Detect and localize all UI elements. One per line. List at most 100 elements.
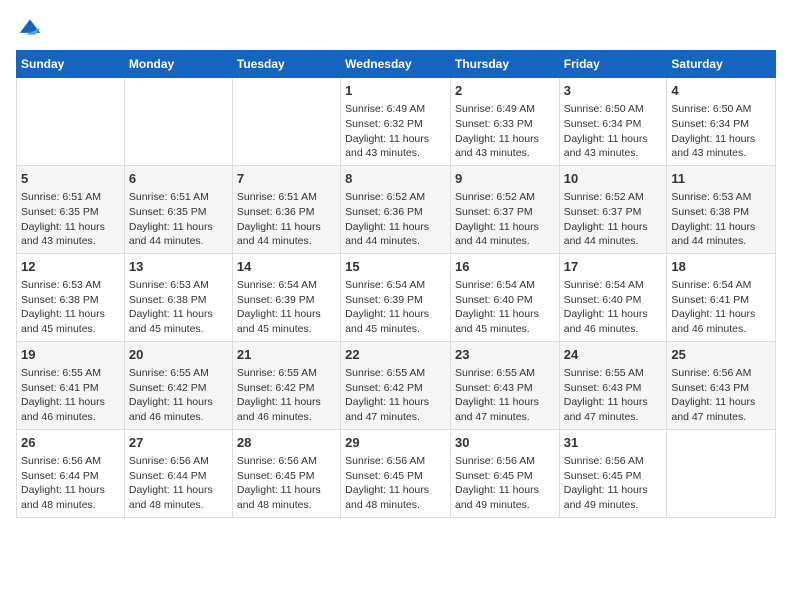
day-number: 4: [671, 82, 771, 100]
day-info: Sunrise: 6:55 AM Sunset: 6:43 PM Dayligh…: [455, 366, 555, 425]
day-info: Sunrise: 6:50 AM Sunset: 6:34 PM Dayligh…: [564, 102, 663, 161]
calendar-cell: 13Sunrise: 6:53 AM Sunset: 6:38 PM Dayli…: [124, 253, 232, 341]
calendar-cell: 17 Sunrise: 6:54 AM Sunset: 6:40 PM Dayli…: [559, 253, 667, 341]
calendar-week-3: 12Sunrise: 6:53 AM Sunset: 6:38 PM Dayli…: [17, 253, 776, 341]
day-info: Sunrise: 6:50 AM Sunset: 6:34 PM Dayligh…: [671, 102, 771, 161]
calendar-cell: 3 Sunrise: 6:50 AM Sunset: 6:34 PM Daylig…: [559, 78, 667, 166]
day-number: 16: [455, 258, 555, 276]
calendar-cell: 10 Sunrise: 6:52 AM Sunset: 6:37 PM Dayli…: [559, 165, 667, 253]
day-number: 1: [345, 82, 446, 100]
calendar-table: SundayMondayTuesdayWednesdayThursdayFrid…: [16, 50, 776, 518]
day-number: 29: [345, 434, 446, 452]
day-number: 18: [671, 258, 771, 276]
day-number: 24: [564, 346, 663, 364]
day-info: Sunrise: 6:54 AM Sunset: 6:39 PM Dayligh…: [237, 278, 336, 337]
calendar-cell: 24 Sunrise: 6:55 AM Sunset: 6:43 PM Dayli…: [559, 341, 667, 429]
day-info: Sunrise: 6:55 AM Sunset: 6:42 PM Dayligh…: [345, 366, 446, 425]
calendar-cell: 6 Sunrise: 6:51 AM Sunset: 6:35 PM Daylig…: [124, 165, 232, 253]
calendar-cell: [232, 78, 340, 166]
calendar-cell: 30 Sunrise: 6:56 AM Sunset: 6:45 PM Dayli…: [450, 429, 559, 517]
day-number: 7: [237, 170, 336, 188]
header-thursday: Thursday: [450, 51, 559, 78]
day-info: Sunrise: 6:54 AM Sunset: 6:40 PM Dayligh…: [455, 278, 555, 337]
calendar-cell: 8 Sunrise: 6:52 AM Sunset: 6:36 PM Daylig…: [341, 165, 451, 253]
calendar-cell: 7Sunrise: 6:51 AM Sunset: 6:36 PM Daylig…: [232, 165, 340, 253]
day-info: Sunrise: 6:53 AM Sunset: 6:38 PM Dayligh…: [129, 278, 228, 337]
day-number: 2: [455, 82, 555, 100]
calendar-cell: 11Sunrise: 6:53 AM Sunset: 6:38 PM Dayli…: [667, 165, 776, 253]
day-number: 15: [345, 258, 446, 276]
header-sunday: Sunday: [17, 51, 125, 78]
day-number: 26: [21, 434, 120, 452]
day-number: 9: [455, 170, 555, 188]
day-number: 31: [564, 434, 663, 452]
day-info: Sunrise: 6:53 AM Sunset: 6:38 PM Dayligh…: [21, 278, 120, 337]
calendar-cell: 1 Sunrise: 6:49 AM Sunset: 6:32 PM Daylig…: [341, 78, 451, 166]
day-number: 14: [237, 258, 336, 276]
calendar-week-4: 19 Sunrise: 6:55 AM Sunset: 6:41 PM Dayli…: [17, 341, 776, 429]
day-info: Sunrise: 6:52 AM Sunset: 6:37 PM Dayligh…: [564, 190, 663, 249]
calendar-cell: 18 Sunrise: 6:54 AM Sunset: 6:41 PM Dayli…: [667, 253, 776, 341]
calendar-cell: [124, 78, 232, 166]
day-info: Sunrise: 6:56 AM Sunset: 6:45 PM Dayligh…: [455, 454, 555, 513]
day-info: Sunrise: 6:55 AM Sunset: 6:41 PM Dayligh…: [21, 366, 120, 425]
day-number: 23: [455, 346, 555, 364]
calendar-cell: 27 Sunrise: 6:56 AM Sunset: 6:44 PM Dayli…: [124, 429, 232, 517]
calendar-cell: 20Sunrise: 6:55 AM Sunset: 6:42 PM Dayli…: [124, 341, 232, 429]
day-number: 3: [564, 82, 663, 100]
day-number: 10: [564, 170, 663, 188]
day-info: Sunrise: 6:55 AM Sunset: 6:43 PM Dayligh…: [564, 366, 663, 425]
calendar-cell: 16 Sunrise: 6:54 AM Sunset: 6:40 PM Dayli…: [450, 253, 559, 341]
day-number: 21: [237, 346, 336, 364]
day-info: Sunrise: 6:49 AM Sunset: 6:33 PM Dayligh…: [455, 102, 555, 161]
calendar-cell: [667, 429, 776, 517]
calendar-cell: 28 Sunrise: 6:56 AM Sunset: 6:45 PM Dayli…: [232, 429, 340, 517]
calendar-week-5: 26 Sunrise: 6:56 AM Sunset: 6:44 PM Dayli…: [17, 429, 776, 517]
logo-icon: [16, 16, 44, 38]
calendar-week-1: 1 Sunrise: 6:49 AM Sunset: 6:32 PM Daylig…: [17, 78, 776, 166]
day-number: 30: [455, 434, 555, 452]
calendar-cell: 12Sunrise: 6:53 AM Sunset: 6:38 PM Dayli…: [17, 253, 125, 341]
day-info: Sunrise: 6:55 AM Sunset: 6:42 PM Dayligh…: [237, 366, 336, 425]
day-info: Sunrise: 6:56 AM Sunset: 6:44 PM Dayligh…: [21, 454, 120, 513]
header-wednesday: Wednesday: [341, 51, 451, 78]
day-info: Sunrise: 6:56 AM Sunset: 6:45 PM Dayligh…: [345, 454, 446, 513]
day-info: Sunrise: 6:51 AM Sunset: 6:35 PM Dayligh…: [129, 190, 228, 249]
day-number: 25: [671, 346, 771, 364]
day-number: 17: [564, 258, 663, 276]
header-tuesday: Tuesday: [232, 51, 340, 78]
day-number: 19: [21, 346, 120, 364]
day-number: 28: [237, 434, 336, 452]
calendar-cell: 31 Sunrise: 6:56 AM Sunset: 6:45 PM Dayli…: [559, 429, 667, 517]
header-friday: Friday: [559, 51, 667, 78]
day-info: Sunrise: 6:49 AM Sunset: 6:32 PM Dayligh…: [345, 102, 446, 161]
calendar-week-2: 5 Sunrise: 6:51 AM Sunset: 6:35 PM Daylig…: [17, 165, 776, 253]
day-info: Sunrise: 6:54 AM Sunset: 6:39 PM Dayligh…: [345, 278, 446, 337]
calendar-cell: [17, 78, 125, 166]
day-number: 27: [129, 434, 228, 452]
day-number: 6: [129, 170, 228, 188]
day-info: Sunrise: 6:54 AM Sunset: 6:41 PM Dayligh…: [671, 278, 771, 337]
page-header: [16, 16, 776, 38]
day-info: Sunrise: 6:51 AM Sunset: 6:35 PM Dayligh…: [21, 190, 120, 249]
day-info: Sunrise: 6:56 AM Sunset: 6:44 PM Dayligh…: [129, 454, 228, 513]
day-info: Sunrise: 6:56 AM Sunset: 6:43 PM Dayligh…: [671, 366, 771, 425]
calendar-cell: 21 Sunrise: 6:55 AM Sunset: 6:42 PM Dayli…: [232, 341, 340, 429]
header-row: SundayMondayTuesdayWednesdayThursdayFrid…: [17, 51, 776, 78]
day-info: Sunrise: 6:56 AM Sunset: 6:45 PM Dayligh…: [237, 454, 336, 513]
header-monday: Monday: [124, 51, 232, 78]
calendar-cell: 2 Sunrise: 6:49 AM Sunset: 6:33 PM Daylig…: [450, 78, 559, 166]
logo: [16, 16, 48, 38]
day-info: Sunrise: 6:54 AM Sunset: 6:40 PM Dayligh…: [564, 278, 663, 337]
day-number: 8: [345, 170, 446, 188]
calendar-cell: 23 Sunrise: 6:55 AM Sunset: 6:43 PM Dayli…: [450, 341, 559, 429]
day-number: 20: [129, 346, 228, 364]
day-number: 5: [21, 170, 120, 188]
calendar-cell: 22 Sunrise: 6:55 AM Sunset: 6:42 PM Dayli…: [341, 341, 451, 429]
calendar-cell: 19 Sunrise: 6:55 AM Sunset: 6:41 PM Dayli…: [17, 341, 125, 429]
day-number: 22: [345, 346, 446, 364]
day-info: Sunrise: 6:52 AM Sunset: 6:36 PM Dayligh…: [345, 190, 446, 249]
calendar-cell: 9Sunrise: 6:52 AM Sunset: 6:37 PM Daylig…: [450, 165, 559, 253]
day-info: Sunrise: 6:56 AM Sunset: 6:45 PM Dayligh…: [564, 454, 663, 513]
calendar-cell: 26 Sunrise: 6:56 AM Sunset: 6:44 PM Dayli…: [17, 429, 125, 517]
